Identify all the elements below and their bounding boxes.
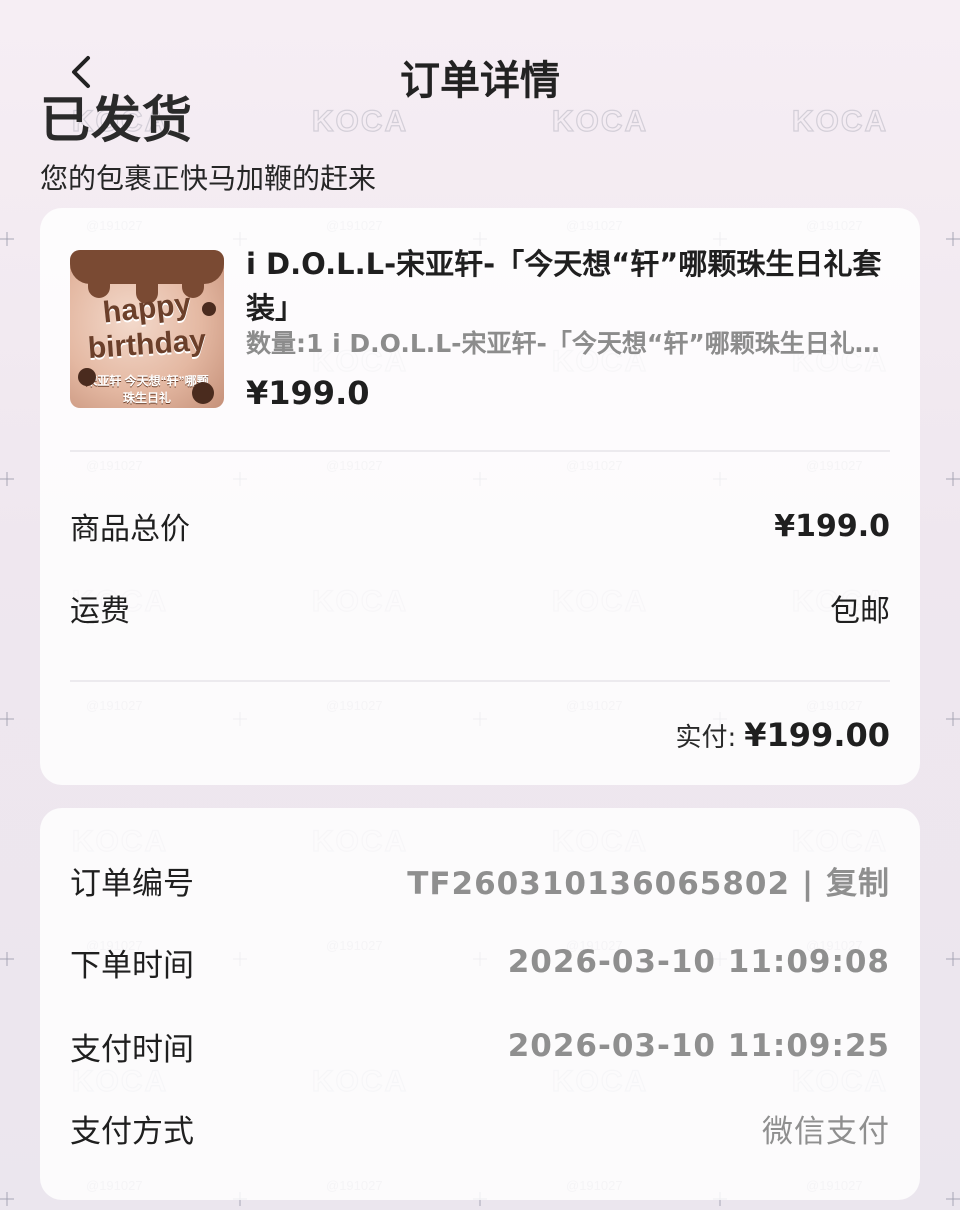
watermark-plus-icon bbox=[0, 472, 14, 486]
chevron-left-icon bbox=[72, 56, 90, 88]
shipping-row: 运费 包邮 bbox=[70, 588, 890, 629]
watermark-plus-icon bbox=[946, 472, 960, 486]
watermark-plus-icon bbox=[946, 952, 960, 966]
back-button[interactable] bbox=[62, 52, 102, 92]
watermark-plus-icon bbox=[0, 232, 14, 246]
watermark-plus-icon bbox=[0, 952, 14, 966]
copy-separator: | bbox=[790, 865, 826, 902]
copy-button[interactable]: 复制 bbox=[826, 866, 890, 902]
pay-time-label: 支付时间 bbox=[70, 1031, 194, 1068]
pay-method-value: 微信支付 bbox=[762, 1113, 890, 1150]
watermark-plus-icon bbox=[0, 1192, 14, 1206]
order-info-card: 订单编号 TF260310136065802 | 复制 下单时间 2026-03… bbox=[40, 808, 920, 1200]
shipping-value: 包邮 bbox=[830, 594, 890, 629]
paid-label: 实付: bbox=[675, 723, 737, 753]
product-spec: 数量:1 i D.O.L.L-宋亚轩-「今天想“轩”哪颗珠生日礼套装」 bbox=[246, 329, 892, 358]
order-status-subtitle: 您的包裹正快马加鞭的赶来 bbox=[40, 162, 377, 195]
thumbnail-decoration bbox=[192, 382, 214, 404]
thumbnail-decoration bbox=[78, 368, 96, 386]
pay-method-label: 支付方式 bbox=[70, 1113, 194, 1150]
thumbnail-decoration bbox=[88, 272, 110, 298]
order-number-row: 订单编号 TF260310136065802 | 复制 bbox=[70, 858, 890, 902]
watermark-logo: KOCA bbox=[551, 104, 649, 138]
order-time-row: 下单时间 2026-03-10 11:09:08 bbox=[70, 940, 890, 984]
watermark-plus-icon bbox=[946, 232, 960, 246]
order-number-value: TF260310136065802 | 复制 bbox=[407, 858, 890, 903]
order-number-text: TF260310136065802 bbox=[407, 865, 791, 902]
goods-total-label: 商品总价 bbox=[70, 512, 190, 547]
paid-amount: 实付: ¥199.00 bbox=[675, 716, 890, 754]
divider bbox=[70, 680, 890, 682]
product-thumbnail[interactable]: happy birthday 宋亚轩 今天想“轩”哪颗珠生日礼 bbox=[70, 250, 224, 408]
watermark-plus-icon bbox=[0, 712, 14, 726]
order-time-label: 下单时间 bbox=[70, 947, 194, 984]
divider bbox=[70, 450, 890, 452]
product-card: happy birthday 宋亚轩 今天想“轩”哪颗珠生日礼 i D.O.L.… bbox=[40, 208, 920, 785]
pay-time-row: 支付时间 2026-03-10 11:09:25 bbox=[70, 1024, 890, 1068]
order-time-value: 2026-03-10 11:09:08 bbox=[507, 944, 890, 980]
watermark-logo: KOCA bbox=[311, 104, 409, 138]
goods-total-row: 商品总价 ¥199.0 bbox=[70, 506, 890, 548]
product-name[interactable]: i D.O.L.L-宋亚轩-「今天想“轩”哪颗珠生日礼套装」 bbox=[246, 242, 886, 330]
watermark-plus-icon bbox=[946, 712, 960, 726]
thumbnail-decoration bbox=[202, 302, 216, 316]
order-number-label: 订单编号 bbox=[70, 865, 194, 902]
watermark-plus-icon bbox=[946, 1192, 960, 1206]
pay-time-value: 2026-03-10 11:09:25 bbox=[507, 1028, 890, 1064]
watermark-logo: KOCA bbox=[791, 104, 889, 138]
paid-value: ¥199.00 bbox=[744, 716, 890, 754]
shipping-label: 运费 bbox=[70, 594, 130, 629]
product-price: ¥199.0 bbox=[246, 374, 370, 412]
pay-method-row: 支付方式 微信支付 bbox=[70, 1106, 890, 1150]
goods-total-value: ¥199.0 bbox=[774, 508, 890, 544]
